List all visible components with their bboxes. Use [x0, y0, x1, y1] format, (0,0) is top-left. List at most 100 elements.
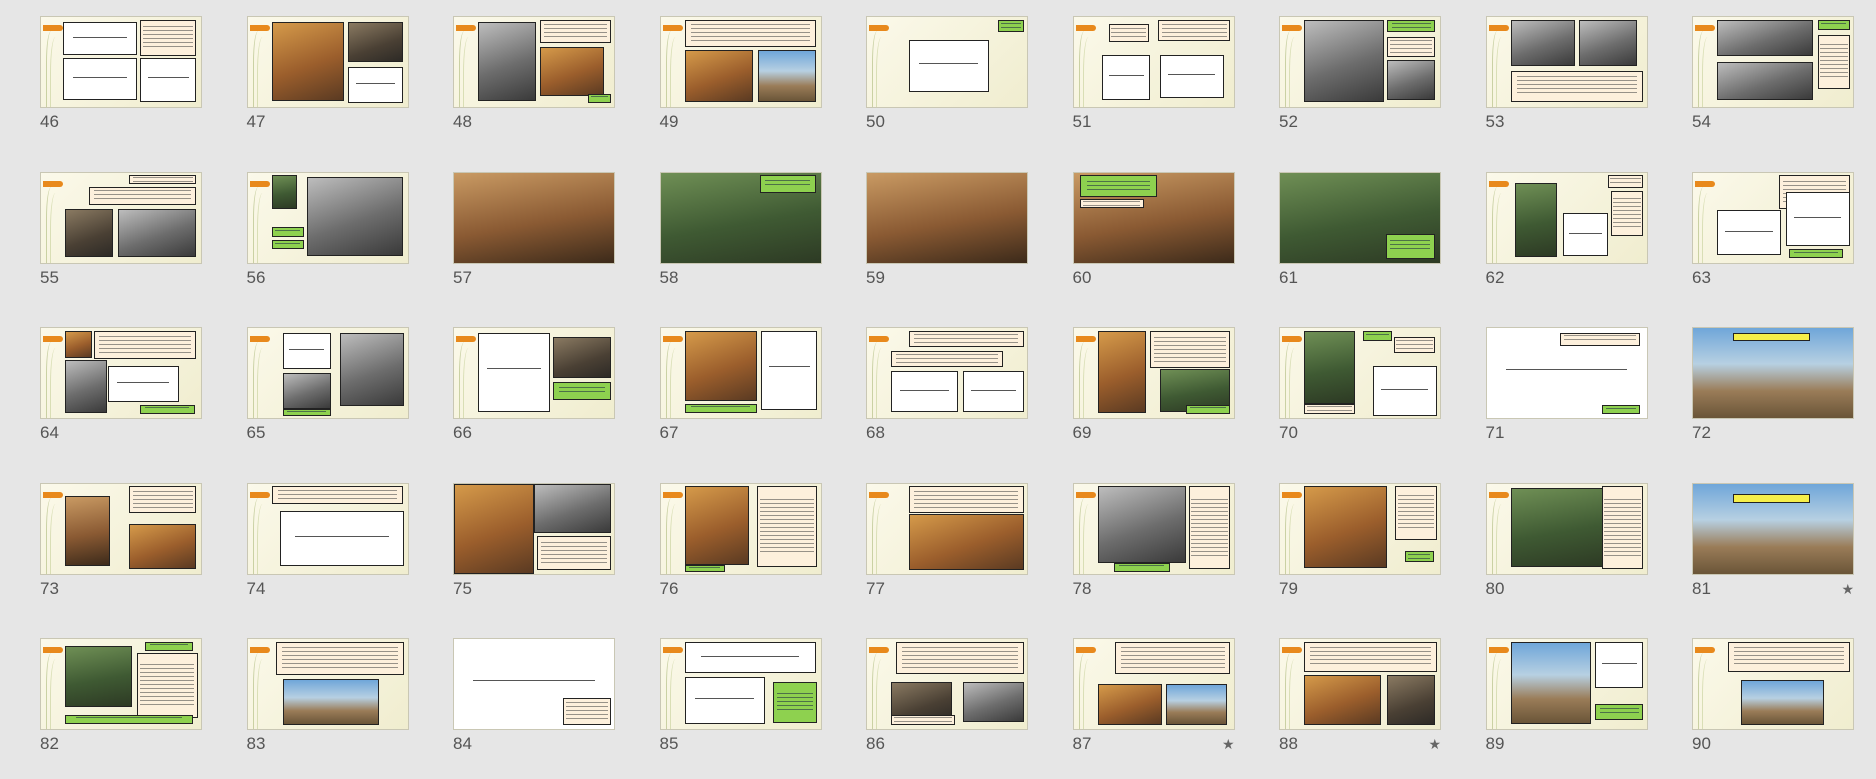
slide-thumbnail-cell: 90	[1692, 638, 1854, 758]
slide-thumbnail-cell: 89	[1485, 638, 1648, 758]
star-icon[interactable]: ★	[1222, 736, 1235, 753]
slide-thumbnail[interactable]	[40, 171, 202, 264]
slide-text-box	[895, 641, 1024, 675]
slide-photo	[684, 50, 754, 102]
slide-text-box	[891, 714, 955, 726]
slide-thumbnail[interactable]	[1692, 638, 1854, 730]
slide-thumbnail-cell: 66	[453, 327, 615, 447]
slide-thumbnail[interactable]	[246, 16, 409, 108]
slide-thumbnail[interactable]	[1692, 327, 1854, 419]
slide-thumbnail[interactable]	[453, 638, 615, 730]
slide-thumbnail[interactable]	[246, 171, 409, 264]
slide-thumbnail[interactable]	[453, 327, 615, 419]
slide-accent-tab	[249, 647, 270, 653]
slide-thumbnail[interactable]	[40, 16, 202, 108]
slide-thumbnail-cell: 55	[40, 171, 202, 292]
slide-photo	[1304, 330, 1356, 405]
slide-thumbnail[interactable]	[1072, 171, 1235, 264]
slide-thumbnail[interactable]	[1279, 327, 1441, 419]
slide-photo	[65, 208, 113, 258]
slide-thumbnail[interactable]	[1072, 16, 1235, 108]
slide-thumbnail[interactable]	[1279, 638, 1441, 730]
star-icon[interactable]: ★	[1428, 736, 1441, 753]
slide-drawing	[140, 57, 197, 102]
slide-drawing	[478, 332, 550, 412]
slide-note-box	[145, 641, 193, 651]
slide-photo	[340, 332, 405, 407]
slide-thumbnail[interactable]	[1279, 171, 1441, 264]
slide-thumbnail[interactable]	[866, 638, 1028, 730]
slide-accent-tab	[43, 180, 63, 187]
slide-photo	[684, 486, 749, 566]
slide-number: 79	[1279, 578, 1298, 598]
slide-thumbnail[interactable]	[453, 16, 615, 108]
slide-thumbnail[interactable]	[1485, 16, 1648, 108]
slide-thumbnail[interactable]	[866, 327, 1028, 419]
slide-thumbnail-cell: 49	[659, 16, 822, 136]
slide-thumbnail[interactable]	[1485, 327, 1648, 419]
slide-thumbnail-cell: 83	[246, 638, 409, 758]
slide-text-box	[1817, 35, 1850, 89]
slide-number: 64	[40, 423, 59, 442]
slide-number: 83	[246, 734, 266, 753]
slide-thumbnail[interactable]	[246, 638, 409, 730]
slide-number: 73	[40, 578, 59, 598]
slide-text-box	[271, 486, 403, 505]
slide-thumbnail-cell: 67	[659, 327, 822, 447]
slide-thumbnail[interactable]	[40, 482, 202, 575]
slide-thumbnail[interactable]	[1692, 16, 1854, 108]
slide-thumbnail[interactable]	[866, 16, 1028, 108]
slide-decoration	[1289, 659, 1300, 729]
slide-drawing	[684, 641, 816, 674]
slide-thumbnail[interactable]	[453, 171, 615, 264]
slide-thumbnail[interactable]	[1485, 638, 1648, 730]
slide-photo	[1510, 19, 1575, 67]
slide-accent-tab	[456, 336, 476, 342]
slide-thumbnail[interactable]	[1279, 482, 1441, 575]
slide-thumbnail[interactable]	[246, 482, 409, 575]
slide-decoration	[1495, 659, 1507, 729]
slide-text-box	[1079, 198, 1144, 208]
slide-thumbnail[interactable]	[1485, 482, 1648, 575]
slide-thumbnail[interactable]	[453, 482, 615, 575]
slide-thumbnail[interactable]	[659, 171, 822, 264]
slide-photo	[282, 678, 379, 726]
slide-thumbnail[interactable]	[1072, 638, 1235, 730]
slide-thumbnail[interactable]	[1485, 171, 1648, 264]
slide-thumbnail[interactable]	[866, 482, 1028, 575]
slide-number: 81	[1692, 578, 1711, 598]
slide-thumbnail-cell: 48	[453, 16, 615, 136]
slide-note-box	[1363, 330, 1392, 342]
slide-thumbnail-cell: 56	[246, 171, 409, 292]
slide-thumbnail[interactable]	[1072, 327, 1235, 419]
slide-note-box	[1385, 233, 1436, 259]
slide-note-box	[282, 409, 331, 417]
slide-text-box	[540, 19, 611, 44]
slide-thumbnail[interactable]	[866, 171, 1028, 264]
slide-drawing	[348, 66, 403, 103]
slide-text-box	[1728, 641, 1850, 673]
slide-thumbnail[interactable]	[40, 638, 202, 730]
slide-drawing	[963, 371, 1024, 412]
slide-number: 68	[866, 423, 885, 442]
slide-thumbnail[interactable]	[1279, 16, 1441, 108]
slide-thumbnail[interactable]	[246, 327, 409, 419]
slide-thumbnail[interactable]	[40, 327, 202, 419]
slide-drawing	[63, 21, 137, 55]
slide-thumbnail-cell: 73	[40, 482, 202, 603]
slide-thumbnail[interactable]	[1072, 482, 1235, 575]
slide-decoration	[256, 659, 268, 729]
slide-thumbnail[interactable]	[659, 16, 822, 108]
slide-thumbnail[interactable]	[659, 482, 822, 575]
slide-drawing	[891, 371, 959, 412]
slide-text-box	[1108, 24, 1149, 43]
slide-thumbnail[interactable]	[1692, 482, 1854, 575]
slide-thumbnail[interactable]	[659, 638, 822, 730]
slide-thumbnail[interactable]	[1692, 171, 1854, 264]
slide-number: 52	[1279, 112, 1298, 131]
slide-text-box	[129, 486, 197, 514]
slide-thumbnail[interactable]	[659, 327, 822, 419]
slide-photo	[454, 483, 534, 574]
slide-decoration	[1289, 348, 1300, 418]
star-icon[interactable]: ★	[1841, 581, 1854, 598]
